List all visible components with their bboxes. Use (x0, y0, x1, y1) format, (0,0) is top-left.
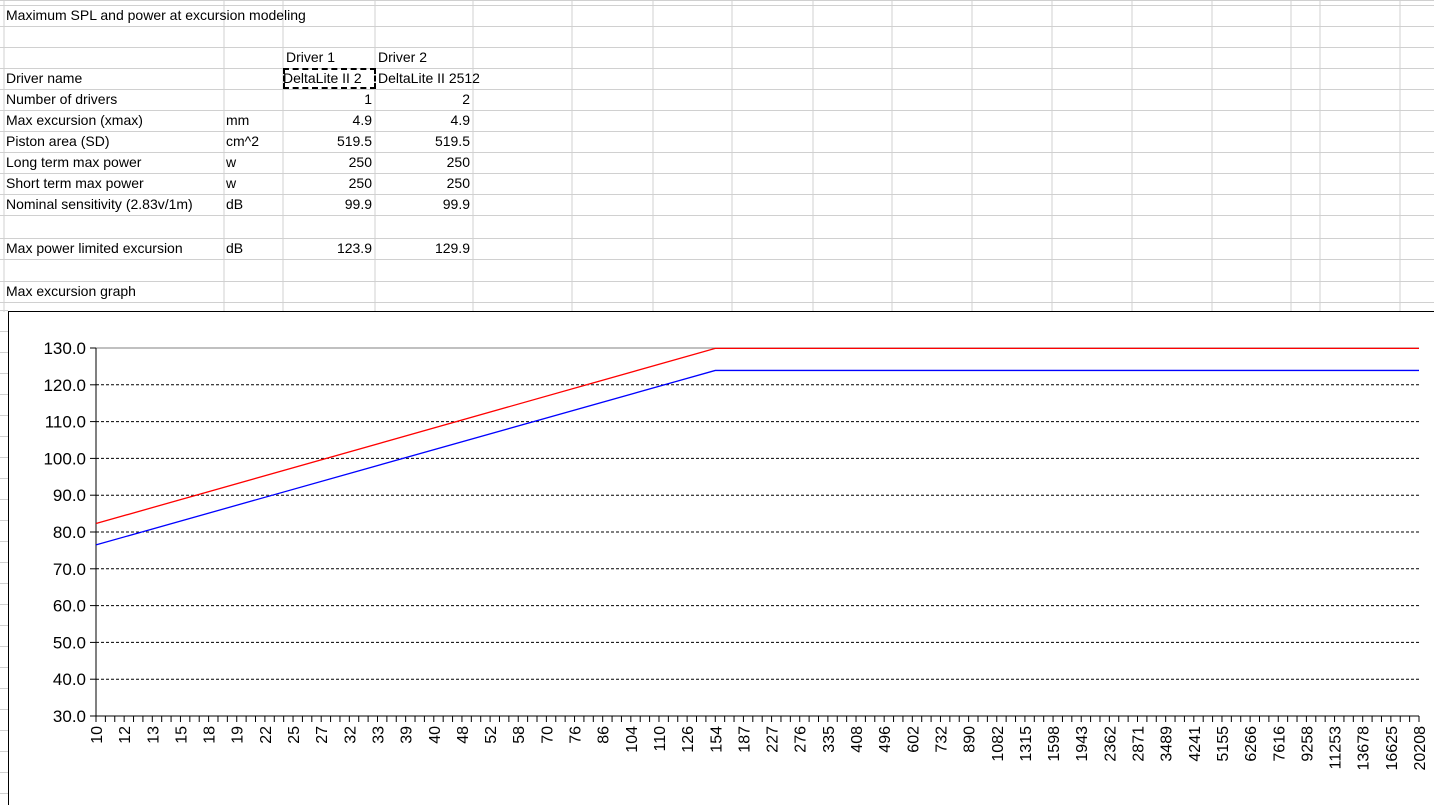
max-excursion-chart[interactable]: 130.0 120.0 110.0 100.0 90.0 80.0 70.0 60.0 50.0… (8, 311, 1434, 805)
y-tick-label: 30.0 (53, 707, 86, 726)
x-tick-label: 1943 (1074, 726, 1091, 762)
row-unit[interactable]: mm (226, 110, 281, 131)
x-tick-label: 602 (905, 726, 922, 753)
x-tick-label: 25 (286, 726, 303, 744)
series-line-1 (95, 347, 1419, 525)
row-unit[interactable]: w (226, 152, 281, 173)
row-driver1-value[interactable]: 4.9 (284, 110, 372, 131)
x-tick-label: 33 (370, 726, 387, 744)
driver1-name-cell[interactable]: DeltaLite II 2 (283, 68, 376, 89)
x-tick-label: 104 (624, 726, 641, 753)
x-tick-label: 1082 (990, 726, 1007, 762)
x-tick-label: 1315 (1018, 726, 1035, 762)
row-driver2-value[interactable]: 250 (376, 173, 470, 194)
x-tick-label: 6266 (1243, 726, 1260, 762)
x-tick-label: 2362 (1102, 726, 1119, 762)
x-tick-label: 732 (933, 726, 950, 753)
y-tick-label: 40.0 (53, 670, 86, 689)
x-tick-label: 70 (539, 726, 556, 744)
x-tick-label: 10 (89, 726, 106, 744)
x-tick-label: 58 (511, 726, 528, 744)
row-unit[interactable] (226, 68, 281, 89)
x-tick-label: 408 (849, 726, 866, 753)
x-tick-label: 154 (708, 726, 725, 753)
y-tick-label: 120.0 (43, 376, 86, 395)
x-tick-label: 13 (145, 726, 162, 744)
x-tick-label: 11253 (1328, 726, 1345, 769)
x-tick-label: 76 (568, 726, 585, 744)
x-tick-label: 9258 (1299, 726, 1316, 762)
driver2-header[interactable]: Driver 2 (378, 47, 470, 68)
y-tick-label: 90.0 (53, 486, 86, 505)
x-tick-label: 86 (596, 726, 613, 744)
chart-plot: 130.0 120.0 110.0 100.0 90.0 80.0 70.0 60.0 50.0… (43, 339, 1429, 771)
row-driver2-value[interactable]: 4.9 (376, 110, 470, 131)
row-driver2-value[interactable]: 250 (376, 152, 470, 173)
sheet-title[interactable]: Maximum SPL and power at excursion model… (6, 5, 306, 26)
x-tick-label: 13678 (1356, 726, 1373, 771)
x-tick-label: 12 (117, 726, 134, 744)
x-tick-label: 1598 (1046, 726, 1063, 762)
x-tick-label: 19 (230, 726, 247, 744)
x-tick-label: 15 (173, 726, 190, 744)
limit-driver1[interactable]: 123.9 (284, 238, 372, 259)
row-label[interactable]: Short term max power (6, 173, 222, 194)
limit-driver2[interactable]: 129.9 (376, 238, 470, 259)
y-tick-label: 60.0 (53, 597, 86, 616)
x-tick-label: 890 (962, 726, 979, 753)
row-driver2-value[interactable]: 519.5 (376, 131, 470, 152)
x-tick-label: 110 (652, 726, 669, 752)
x-tick-label: 227 (765, 726, 782, 753)
x-tick-label: 48 (455, 726, 472, 744)
x-tick-label: 276 (793, 726, 810, 753)
x-tick-label: 4241 (1187, 726, 1204, 762)
x-tick-label: 187 (736, 726, 753, 753)
row-label[interactable]: Max excursion (xmax) (6, 110, 222, 131)
y-tick-label: 80.0 (53, 523, 86, 542)
row-label[interactable]: Piston area (SD) (6, 131, 222, 152)
row-driver1-value[interactable]: 250 (284, 173, 372, 194)
graph-label[interactable]: Max excursion graph (6, 281, 222, 302)
x-tick-label: 18 (202, 726, 219, 744)
x-tick-label: 39 (399, 726, 416, 744)
y-tick-label: 130.0 (43, 339, 86, 358)
row-unit[interactable] (226, 89, 281, 110)
row-label[interactable]: Nominal sensitivity (2.83v/1m) (6, 194, 222, 215)
y-tick-label: 50.0 (53, 633, 86, 652)
x-tick-label: 52 (483, 726, 500, 744)
row-label[interactable]: Driver name (6, 68, 222, 89)
row-driver1-value[interactable]: 99.9 (284, 194, 372, 215)
x-tick-label: 7616 (1271, 726, 1288, 762)
x-tick-label: 16625 (1384, 726, 1401, 771)
x-tick-label: 3489 (1159, 726, 1176, 762)
row-unit[interactable]: w (226, 173, 281, 194)
series-line-2 (95, 369, 1419, 546)
row-unit[interactable]: cm^2 (226, 131, 281, 152)
x-tick-label: 126 (680, 726, 697, 753)
row-driver2-value[interactable]: 2 (376, 89, 470, 110)
y-tick-label: 70.0 (53, 560, 86, 579)
y-tick-label: 100.0 (43, 449, 86, 468)
x-tick-label: 27 (314, 726, 331, 744)
x-tick-label: 22 (258, 726, 275, 744)
row-unit[interactable]: dB (226, 194, 281, 215)
x-tick-label: 5155 (1215, 726, 1232, 762)
row-driver1-value[interactable]: 519.5 (284, 131, 372, 152)
x-tick-label: 32 (342, 726, 359, 744)
row-label[interactable]: Long term max power (6, 152, 222, 173)
limit-label[interactable]: Max power limited excursion (6, 238, 222, 259)
x-tick-label: 496 (877, 726, 894, 753)
limit-unit[interactable]: dB (226, 238, 281, 259)
x-tick-label: 2871 (1131, 726, 1148, 762)
row-driver1-value[interactable]: 250 (284, 152, 372, 173)
driver2-name-cell[interactable]: DeltaLite II 2512 (378, 68, 498, 89)
row-label[interactable]: Number of drivers (6, 89, 222, 110)
x-tick-label: 40 (427, 726, 444, 744)
row-driver1-value[interactable]: 1 (284, 89, 372, 110)
driver1-header[interactable]: Driver 1 (286, 47, 372, 68)
y-tick-label: 110.0 (45, 413, 86, 432)
x-tick-label: 20208 (1412, 726, 1429, 771)
row-driver2-value[interactable]: 99.9 (376, 194, 470, 215)
x-tick-label: 335 (821, 726, 838, 753)
